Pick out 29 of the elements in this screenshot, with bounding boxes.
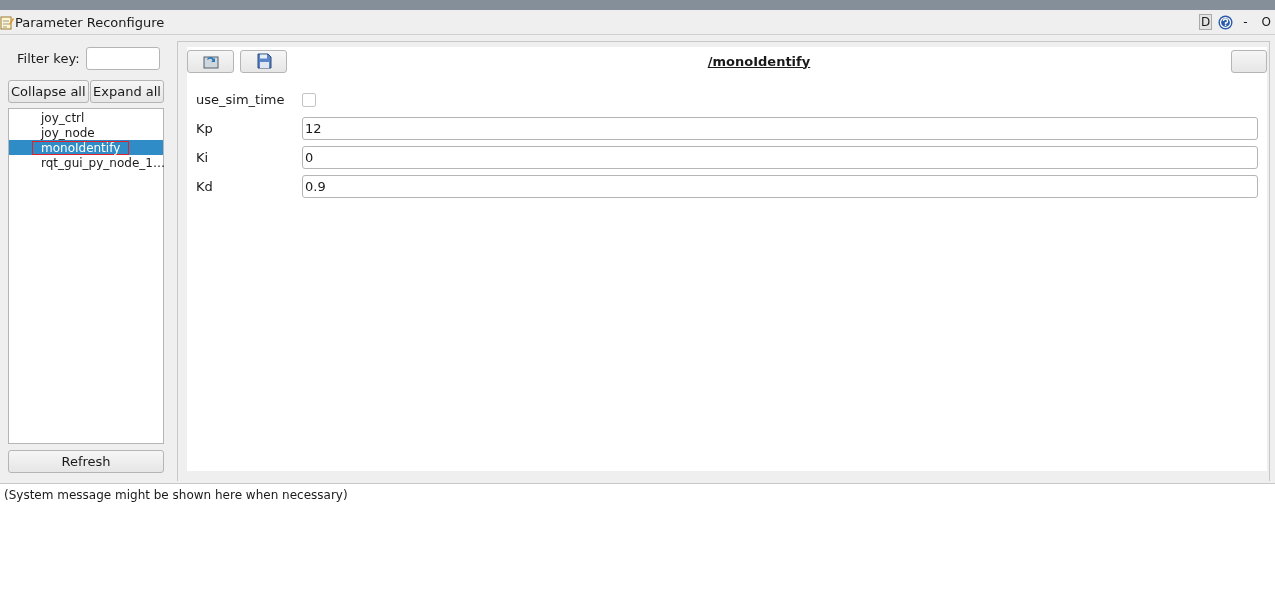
dock-button[interactable]: D <box>1198 14 1213 30</box>
param-label: use_sim_time <box>196 92 286 107</box>
param-field[interactable]: 0.9 <box>302 175 1258 198</box>
param-label: Ki <box>196 150 210 165</box>
window-title: Parameter Reconfigure <box>15 14 165 30</box>
node-item[interactable]: joy_ctrl <box>9 110 163 125</box>
node-item[interactable]: joy_node <box>9 125 163 140</box>
help-icon[interactable] <box>1218 14 1234 30</box>
param-label: Kp <box>196 121 214 136</box>
window-control[interactable]: - <box>1239 15 1252 29</box>
param-label: Kd <box>196 179 214 194</box>
node-item[interactable]: monoIdentify <box>9 140 163 155</box>
window-control[interactable]: O <box>1257 15 1275 29</box>
param-field[interactable]: 0 <box>302 146 1258 169</box>
filter-label: Filter key: <box>17 51 80 66</box>
node-title: /monoIdentify <box>706 53 812 69</box>
expand-all-button[interactable]: Expand all <box>90 80 164 103</box>
status-message: (System message might be shown here when necessary) <box>4 488 348 502</box>
param-checkbox[interactable] <box>302 92 316 107</box>
save-button[interactable] <box>240 49 287 73</box>
save-icon <box>255 53 272 69</box>
collapse-all-button[interactable]: Collapse all <box>8 80 89 103</box>
reload-button[interactable] <box>187 49 234 73</box>
filter-field[interactable] <box>85 47 160 70</box>
reload-icon <box>202 53 219 69</box>
notepad-icon <box>0 14 14 30</box>
param-field[interactable]: 12 <box>302 117 1258 140</box>
node-item[interactable]: rqt_gui_py_node_1… <box>9 155 163 170</box>
refresh-button[interactable]: Refresh <box>8 450 164 473</box>
